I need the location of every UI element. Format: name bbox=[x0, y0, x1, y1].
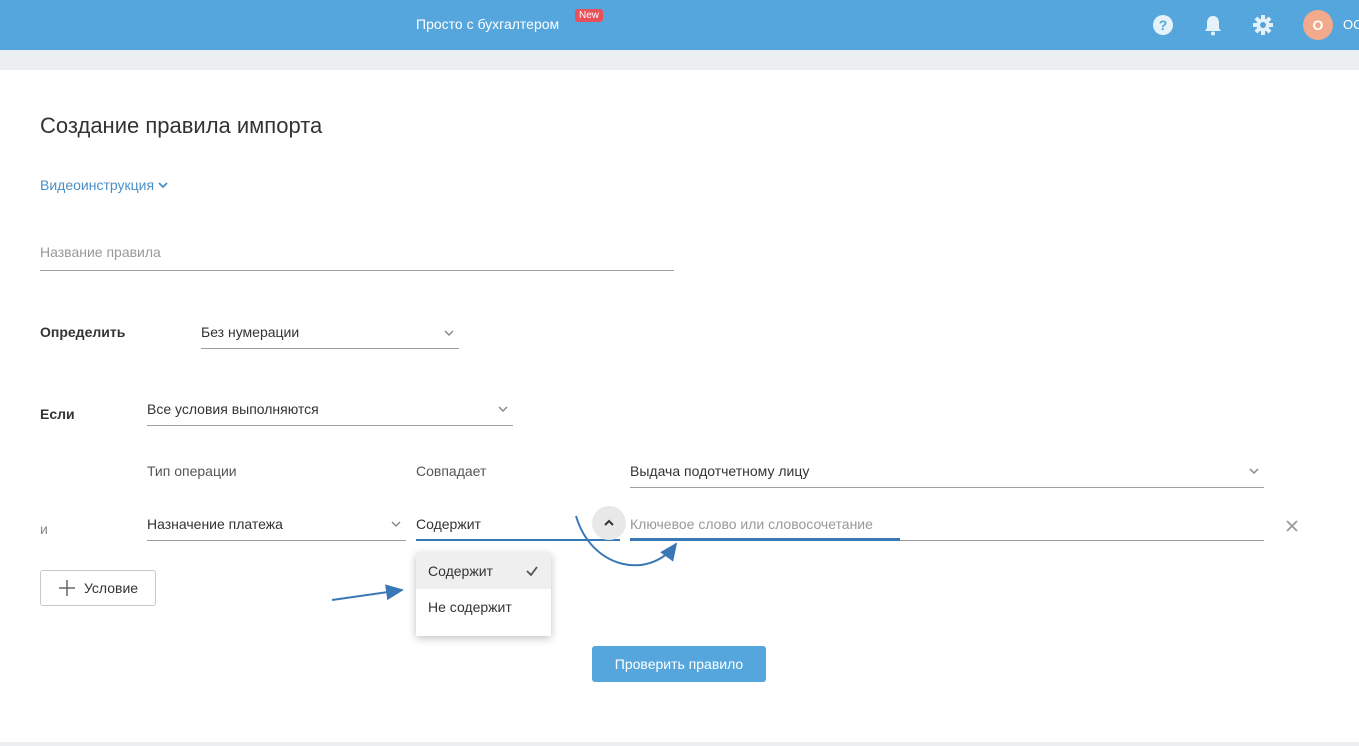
condition1-field: Тип операции bbox=[147, 463, 237, 479]
rule-name-placeholder: Название правила bbox=[40, 244, 161, 260]
main-panel: Создание правила импорта Видеоинструкция… bbox=[0, 70, 1359, 742]
chevron-down-icon bbox=[1249, 468, 1259, 475]
chevron-up-icon bbox=[604, 519, 614, 526]
close-icon[interactable] bbox=[1284, 518, 1300, 534]
brand-link[interactable]: Просто с бухгалтером bbox=[416, 16, 559, 32]
condition2-field: Назначение платежа bbox=[147, 516, 283, 532]
define-select[interactable]: Без нумерации bbox=[201, 320, 459, 349]
keyword-placeholder: Ключевое слово или словосочетание bbox=[630, 516, 873, 532]
dropdown-option-contains[interactable]: Содержит bbox=[416, 553, 551, 589]
chevron-down-icon bbox=[158, 182, 168, 189]
top-bar: Просто с бухгалтером New ? О ОС bbox=[0, 0, 1359, 50]
option-label: Не содержит bbox=[428, 599, 512, 615]
dropdown-option-not-contains[interactable]: Не содержит bbox=[416, 589, 551, 625]
condition1-value-select[interactable]: Выдача подотчетному лицу bbox=[630, 459, 1264, 488]
chevron-down-icon bbox=[391, 521, 401, 528]
condition2-field-select[interactable]: Назначение платежа bbox=[147, 512, 406, 541]
if-condition-value: Все условия выполняются bbox=[147, 401, 319, 417]
check-rule-label: Проверить правило bbox=[614, 656, 744, 672]
new-badge: New bbox=[575, 9, 604, 22]
bottom-strip bbox=[0, 742, 1359, 746]
bell-icon[interactable] bbox=[1201, 13, 1225, 37]
video-instruction-label: Видеоинструкция bbox=[40, 177, 155, 193]
page-title: Создание правила импорта bbox=[40, 113, 323, 138]
add-condition-button[interactable]: Условие bbox=[40, 570, 156, 606]
condition1-operator: Совпадает bbox=[416, 463, 487, 479]
video-instruction-link[interactable]: Видеоинструкция bbox=[40, 177, 168, 193]
define-label: Определить bbox=[40, 324, 126, 340]
annotation-arrow bbox=[331, 584, 404, 601]
operator-dropdown-menu: Содержит Не содержит bbox=[416, 553, 551, 636]
option-label: Содержит bbox=[428, 563, 493, 579]
conjunction-label: и bbox=[40, 521, 48, 537]
gear-icon[interactable] bbox=[1251, 13, 1275, 37]
keyword-input[interactable]: Ключевое слово или словосочетание bbox=[630, 512, 1264, 541]
condition1-value: Выдача подотчетному лицу bbox=[630, 463, 810, 479]
svg-text:?: ? bbox=[1159, 17, 1168, 33]
check-rule-button[interactable]: Проверить правило bbox=[592, 646, 766, 682]
check-icon bbox=[526, 566, 538, 577]
define-value: Без нумерации bbox=[201, 324, 300, 340]
condition2-operator: Содержит bbox=[416, 516, 481, 532]
help-icon[interactable]: ? bbox=[1151, 13, 1175, 37]
if-condition-select[interactable]: Все условия выполняются bbox=[147, 397, 513, 426]
condition2-operator-select[interactable]: Содержит bbox=[416, 512, 620, 541]
user-name[interactable]: ОС bbox=[1343, 17, 1359, 32]
chevron-down-icon bbox=[498, 406, 508, 413]
keyword-focus-underline bbox=[630, 538, 900, 541]
rule-name-input[interactable]: Название правила bbox=[40, 240, 674, 271]
plus-icon bbox=[58, 580, 75, 596]
avatar[interactable]: О bbox=[1303, 10, 1333, 40]
chevron-down-icon bbox=[444, 330, 454, 337]
add-condition-label: Условие bbox=[83, 580, 139, 596]
collapse-dropdown-button[interactable] bbox=[592, 506, 626, 540]
if-label: Если bbox=[40, 406, 75, 422]
